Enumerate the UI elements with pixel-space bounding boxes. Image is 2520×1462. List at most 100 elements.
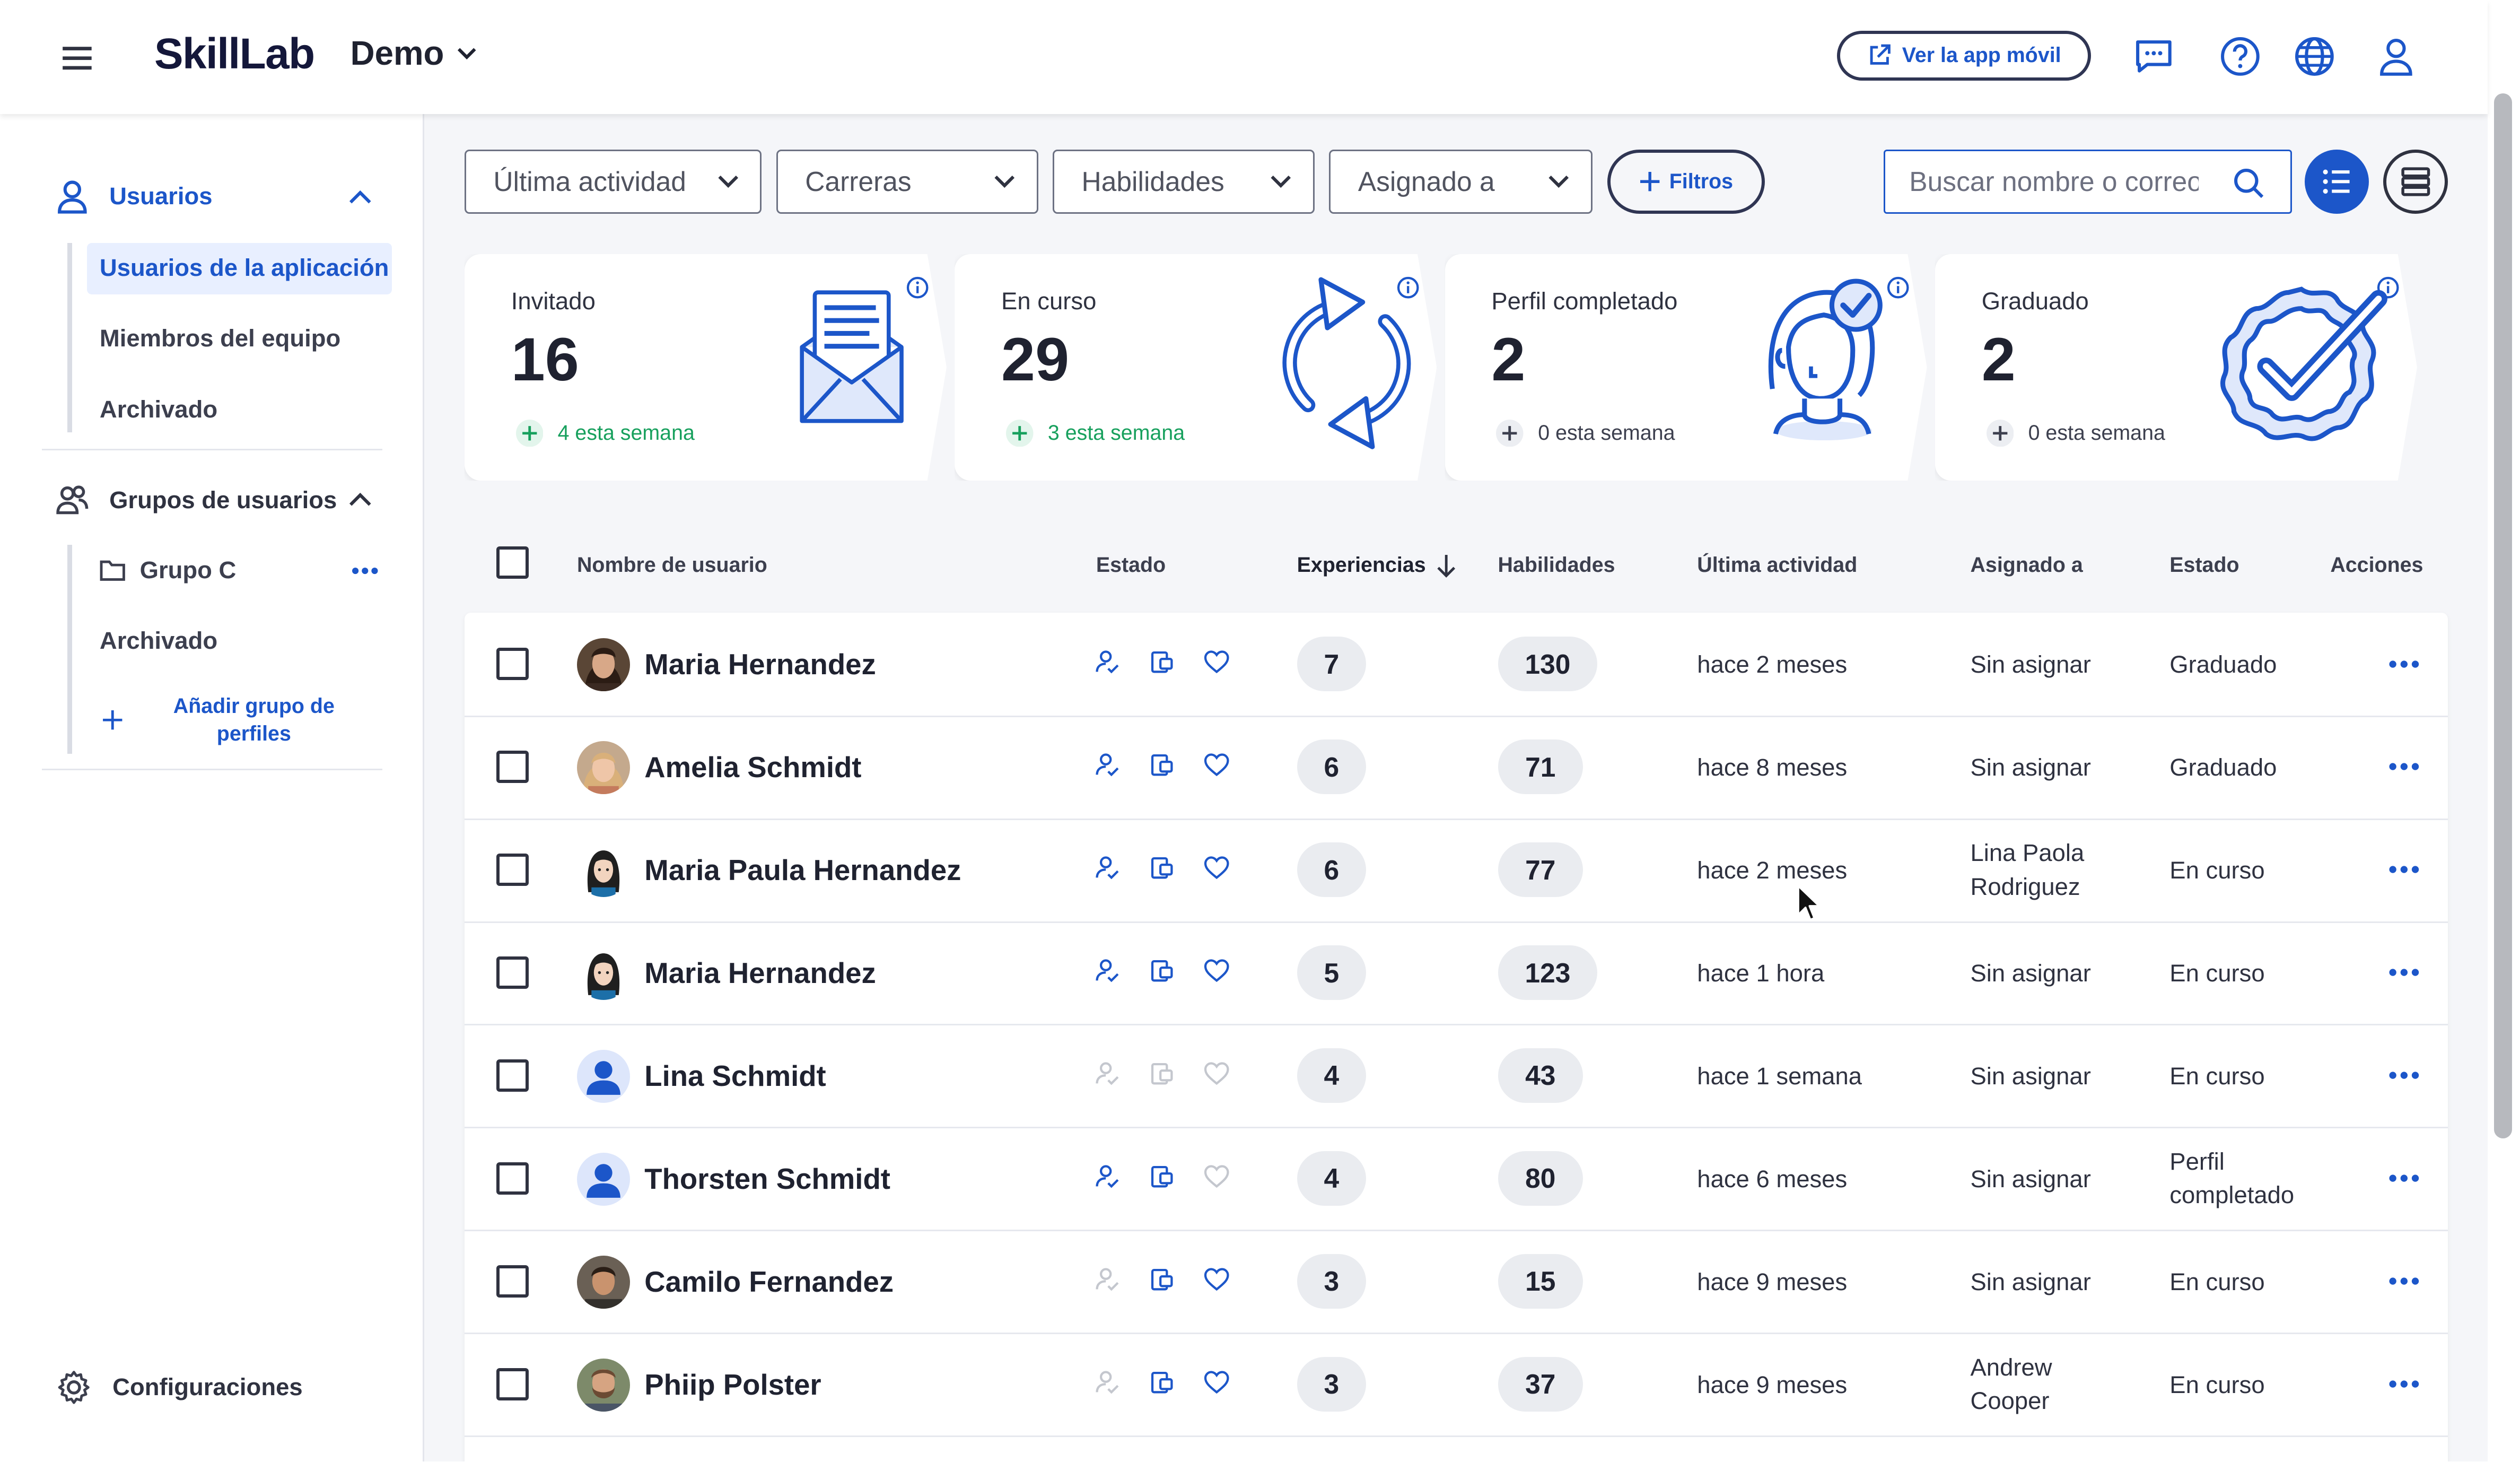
chevron-down-icon: [718, 176, 738, 188]
more-actions-icon[interactable]: [2386, 1379, 2422, 1389]
stat-card-invited[interactable]: Invitado 16 4 esta semana: [464, 254, 947, 481]
row-checkbox[interactable]: [496, 854, 529, 886]
hamburger-menu-icon[interactable]: [55, 36, 100, 81]
heart-icon: [1204, 1165, 1229, 1188]
sidebar-item-group-c[interactable]: Grupo C: [100, 556, 236, 584]
avatar[interactable]: [576, 1255, 630, 1309]
user-name[interactable]: Maria Paula Hernandez: [644, 854, 961, 887]
avatar[interactable]: [576, 1152, 630, 1206]
col-state[interactable]: Estado: [1096, 553, 1166, 577]
more-actions-icon[interactable]: [2386, 1276, 2422, 1286]
status: En curso: [2169, 960, 2265, 987]
users-section-toggle[interactable]: Usuarios: [55, 178, 213, 214]
stat-week: 4 esta semana: [515, 419, 695, 447]
more-actions-icon[interactable]: [2386, 1071, 2422, 1080]
list-view-button[interactable]: [2304, 149, 2369, 214]
col-last-activity[interactable]: Última actividad: [1697, 553, 1857, 577]
more-options-icon[interactable]: [351, 566, 380, 576]
groups-section-toggle[interactable]: Grupos de usuarios: [55, 482, 337, 518]
user-name[interactable]: Thorsten Schmidt: [644, 1162, 890, 1196]
status: Perfil completado: [2169, 1147, 2295, 1209]
mobile-app-button[interactable]: Ver la app móvil: [1836, 30, 2091, 81]
sidebar: Usuarios Usuarios de la aplicación Miemb…: [0, 114, 425, 1461]
avatar[interactable]: [576, 741, 630, 795]
user-name[interactable]: Maria Hernandez: [644, 956, 876, 990]
user-name[interactable]: Phiip Polster: [644, 1368, 821, 1402]
table-row[interactable]: Lina Schmidt 4 43 hace 1 semana Sin asig…: [464, 1024, 2448, 1129]
row-checkbox[interactable]: [496, 956, 529, 989]
app-logo[interactable]: SkillLab: [154, 29, 315, 79]
avatar[interactable]: [576, 947, 630, 1000]
more-actions-icon[interactable]: [2386, 865, 2422, 874]
sidebar-item-archived[interactable]: Archivado: [100, 396, 217, 423]
user-name[interactable]: Amelia Schmidt: [644, 751, 861, 784]
chevron-up-icon[interactable]: [346, 485, 375, 515]
globe-icon[interactable]: [2294, 36, 2335, 77]
stat-week: 3 esta semana: [1006, 419, 1185, 447]
chat-icon[interactable]: [2133, 36, 2175, 77]
chevron-up-icon[interactable]: [346, 183, 375, 212]
col-assigned-to[interactable]: Asignado a: [1971, 553, 2083, 577]
table-row[interactable]: Maria Paula Hernandez 6 77 hace 2 meses …: [464, 819, 2448, 923]
add-group-button[interactable]: Añadir grupo de perfiles: [100, 693, 405, 747]
avatar[interactable]: [576, 1049, 630, 1103]
more-actions-icon[interactable]: [2386, 1173, 2422, 1183]
row-checkbox[interactable]: [496, 1265, 529, 1298]
search-input[interactable]: [1906, 164, 2202, 199]
experiences-count: 3: [1297, 1254, 1366, 1309]
stat-card-graduated[interactable]: Graduado 2 0 esta semana: [1935, 254, 2417, 481]
user-name[interactable]: Lina Schmidt: [644, 1059, 826, 1093]
stat-week-text: 0 esta semana: [1538, 421, 1675, 445]
card-view-button[interactable]: [2383, 149, 2448, 214]
more-actions-icon[interactable]: [2386, 762, 2422, 771]
arrow-down-icon[interactable]: [1435, 553, 1457, 579]
stat-card-in-progress[interactable]: En curso 29 3 esta semana: [955, 254, 1437, 481]
settings-link[interactable]: Configuraciones: [55, 1368, 303, 1407]
col-skills[interactable]: Habilidades: [1498, 553, 1615, 577]
avatar[interactable]: [576, 638, 630, 692]
scrollbar-thumb[interactable]: [2494, 93, 2512, 1138]
stat-card-profile-completed[interactable]: Perfil completado 2 0 esta semana: [1445, 254, 1927, 481]
skills-dropdown[interactable]: Habilidades: [1053, 149, 1315, 214]
plus-icon: [102, 710, 122, 730]
table-row[interactable]: Maria Hernandez 7 130 hace 2 meses Sin a…: [464, 613, 2448, 717]
more-actions-icon[interactable]: [2386, 659, 2422, 669]
assigned-to-dropdown[interactable]: Asignado a: [1329, 149, 1593, 214]
user-name[interactable]: Camilo Fernandez: [644, 1265, 894, 1299]
sidebar-item-groups-archived[interactable]: Archivado: [100, 627, 217, 655]
more-actions-icon[interactable]: [2386, 968, 2422, 977]
table-row[interactable]: Amelia Schmidt 6 71 hace 8 meses Sin asi…: [464, 716, 2448, 820]
scrollbar[interactable]: [2488, 0, 2520, 1461]
table-row[interactable]: Thorsten Schmidt 4 80 hace 6 meses Sin a…: [464, 1127, 2448, 1232]
experiences-count: 7: [1297, 637, 1366, 692]
row-checkbox[interactable]: [496, 1162, 529, 1195]
org-selector[interactable]: Demo: [351, 34, 479, 73]
last-activity-dropdown[interactable]: Última actividad: [464, 149, 762, 214]
status: Graduado: [2169, 651, 2277, 678]
avatar[interactable]: [576, 1358, 630, 1412]
select-all-checkbox[interactable]: [496, 546, 529, 579]
table-row[interactable]: Maria Hernandez 5 123 hace 1 hora Sin as…: [464, 921, 2448, 1026]
row-checkbox[interactable]: [496, 1368, 529, 1400]
col-experiences[interactable]: Experiencias: [1297, 553, 1426, 577]
careers-label: Carreras: [805, 166, 912, 197]
skills-count: 71: [1498, 739, 1583, 795]
table-row[interactable]: Phiip Polster 3 37 hace 9 meses Andrew C…: [464, 1333, 2448, 1438]
help-icon[interactable]: [2219, 36, 2261, 77]
avatar[interactable]: [576, 844, 630, 898]
sidebar-item-team-members[interactable]: Miembros del equipo: [100, 325, 340, 352]
col-status[interactable]: Estado: [2169, 553, 2239, 577]
careers-dropdown[interactable]: Carreras: [776, 149, 1038, 214]
table-row[interactable]: Camilo Fernandez 3 15 hace 9 meses Sin a…: [464, 1230, 2448, 1335]
row-checkbox[interactable]: [496, 648, 529, 680]
filters-button[interactable]: Filtros: [1607, 149, 1765, 214]
search-icon[interactable]: [2233, 167, 2265, 199]
col-username[interactable]: Nombre de usuario: [577, 553, 767, 577]
row-checkbox[interactable]: [496, 751, 529, 783]
user-name[interactable]: Maria Hernandez: [644, 648, 876, 681]
heart-icon: [1204, 959, 1229, 982]
assigned-to: Sin asignar: [1970, 960, 2091, 987]
sidebar-item-app-users[interactable]: Usuarios de la aplicación: [100, 254, 389, 282]
row-checkbox[interactable]: [496, 1059, 529, 1092]
account-icon[interactable]: [2375, 36, 2417, 77]
